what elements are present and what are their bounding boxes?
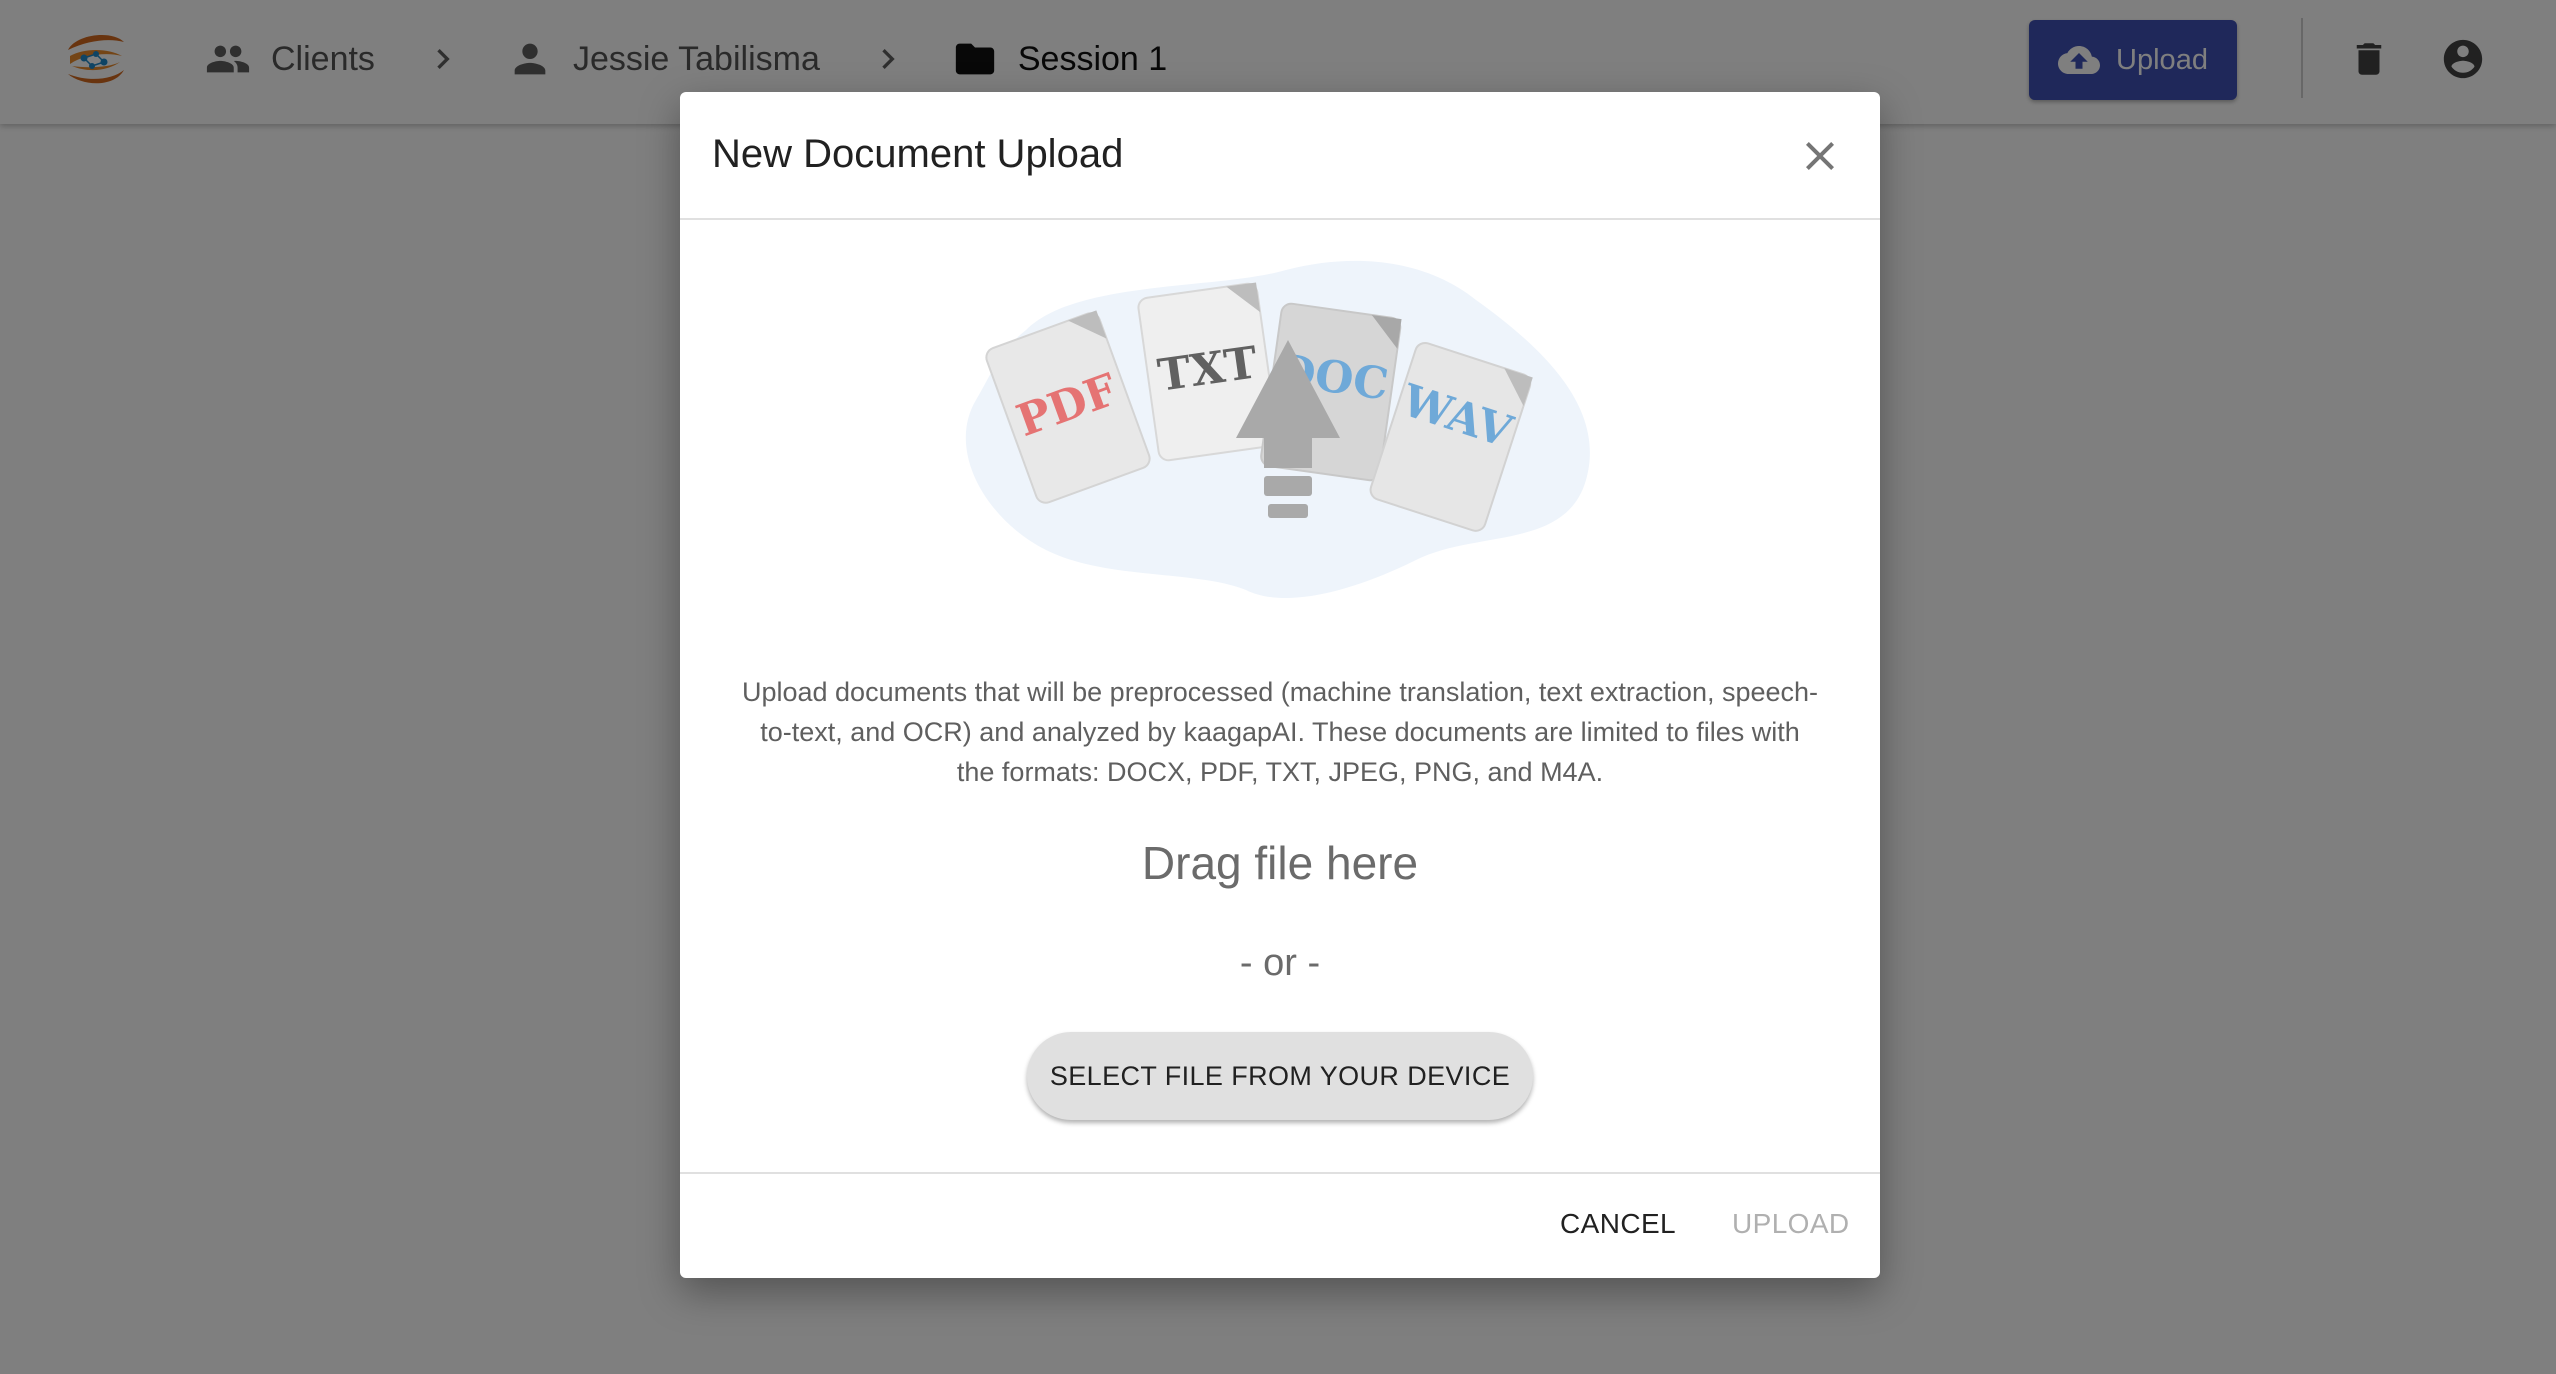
upload-illustration: PDF TXT DOC WAV <box>965 260 1590 599</box>
upload-submit-button[interactable]: UPLOAD <box>1732 1208 1850 1240</box>
app-root: Clients Jessie Tabilisma Session 1 <box>0 0 2556 1374</box>
upload-dialog: New Document Upload PDF TXT DOC WAV Uplo… <box>680 92 1880 1278</box>
dialog-actions: CANCEL UPLOAD <box>680 1172 1880 1278</box>
dialog-title: New Document Upload <box>712 132 1124 176</box>
close-icon[interactable] <box>1796 132 1844 180</box>
select-file-button[interactable]: SELECT FILE FROM YOUR DEVICE <box>1027 1032 1533 1120</box>
drop-zone-text[interactable]: Drag file here <box>680 836 1880 890</box>
upload-description: Upload documents that will be preprocess… <box>741 677 1819 787</box>
or-divider-text: - or - <box>1239 942 1321 984</box>
cancel-button[interactable]: CANCEL <box>1560 1208 1676 1240</box>
dialog-header: New Document Upload <box>680 92 1880 220</box>
